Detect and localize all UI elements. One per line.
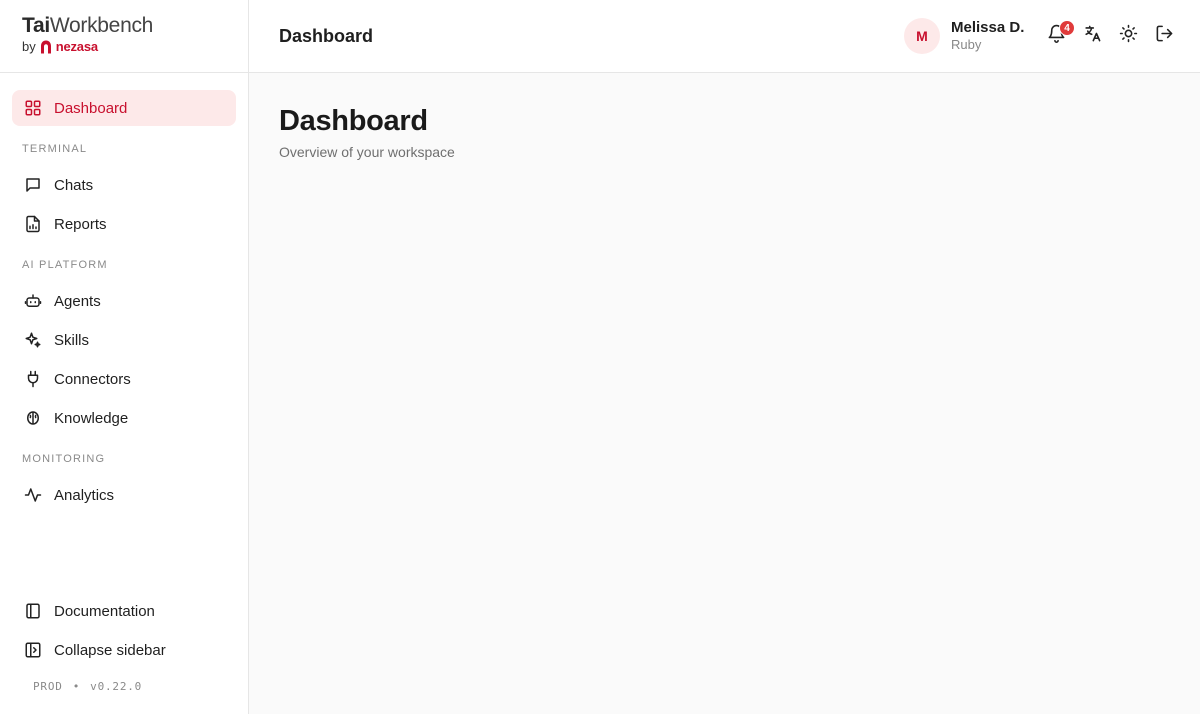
sidebar-item-label: Reports bbox=[54, 215, 107, 233]
section-label-terminal: TERMINAL bbox=[22, 143, 88, 155]
brand-name-light: Workbench bbox=[49, 14, 154, 37]
logout-button[interactable] bbox=[1154, 25, 1174, 47]
sidebar-item-skills[interactable]: Skills bbox=[12, 322, 236, 358]
grid-icon bbox=[24, 99, 42, 117]
sidebar-item-reports[interactable]: Reports bbox=[12, 206, 236, 242]
sidebar-item-analytics[interactable]: Analytics bbox=[12, 477, 236, 513]
brand-title: TaiWorkbench bbox=[22, 14, 248, 38]
sidebar-item-label: Agents bbox=[54, 292, 101, 310]
topbar-title: Dashboard bbox=[279, 26, 374, 46]
sidebar-item-label: Connectors bbox=[54, 370, 131, 388]
top-bar: Dashboard M Melissa D. Ruby 4 bbox=[249, 0, 1200, 73]
sidebar-collapse-icon bbox=[24, 641, 42, 659]
topbar-actions: 4 bbox=[1046, 20, 1174, 48]
brand-by: by bbox=[22, 39, 36, 54]
sidebar-item-collapse[interactable]: Collapse sidebar bbox=[12, 632, 236, 668]
notifications-button[interactable]: 4 bbox=[1046, 20, 1075, 47]
sidebar-nav: Dashboard TERMINAL Chats Reports AI PLAT… bbox=[12, 90, 236, 516]
bot-icon bbox=[24, 292, 42, 310]
report-icon bbox=[24, 215, 42, 233]
logout-icon bbox=[1155, 24, 1174, 48]
theme-toggle-button[interactable] bbox=[1118, 24, 1138, 48]
sidebar-item-label: Analytics bbox=[54, 486, 115, 504]
brand-name-bold: Tai bbox=[22, 14, 50, 37]
sidebar-item-label: Collapse sidebar bbox=[54, 641, 166, 659]
chat-icon bbox=[24, 176, 42, 194]
brain-icon bbox=[24, 409, 42, 427]
user-info: Melissa D. Ruby bbox=[951, 19, 1024, 53]
environment-label: PROD bbox=[33, 680, 63, 693]
book-icon bbox=[24, 602, 42, 620]
brand-logo[interactable]: TaiWorkbench by nezasa bbox=[0, 0, 248, 73]
sidebar-item-documentation[interactable]: Documentation bbox=[12, 593, 236, 629]
section-label-ai-platform: AI PLATFORM bbox=[22, 259, 108, 271]
sidebar-item-label: Documentation bbox=[54, 602, 155, 620]
sidebar-item-label: Dashboard bbox=[54, 99, 128, 117]
brand-byline: by nezasa bbox=[22, 39, 248, 54]
avatar[interactable]: M bbox=[904, 18, 940, 54]
sidebar-item-dashboard[interactable]: Dashboard bbox=[12, 90, 236, 126]
sidebar-item-agents[interactable]: Agents bbox=[12, 283, 236, 319]
user-org: Ruby bbox=[951, 37, 982, 52]
sun-icon bbox=[1119, 24, 1138, 48]
sidebar-item-label: Chats bbox=[54, 176, 94, 194]
sidebar-item-connectors[interactable]: Connectors bbox=[12, 361, 236, 397]
page-subtitle: Overview of your workspace bbox=[279, 144, 455, 160]
sidebar-footer: Documentation Collapse sidebar PROD • v0.2… bbox=[12, 593, 236, 693]
sidebar-item-chats[interactable]: Chats bbox=[12, 167, 236, 203]
nezasa-logo-icon bbox=[40, 40, 52, 54]
sparkles-icon bbox=[24, 331, 42, 349]
brand-company: nezasa bbox=[55, 39, 98, 54]
user-menu[interactable]: M Melissa D. Ruby bbox=[904, 18, 1024, 54]
translate-icon bbox=[1083, 24, 1102, 48]
section-label-monitoring: MONITORING bbox=[22, 453, 106, 465]
env-separator: • bbox=[72, 680, 81, 693]
version-label: v0.22.0 bbox=[90, 680, 143, 693]
main-content: Dashboard Overview of your workspace bbox=[249, 73, 1200, 714]
notification-badge: 4 bbox=[1059, 20, 1075, 36]
sidebar: TaiWorkbench by nezasa Dashboard TERMINA… bbox=[0, 0, 249, 714]
sidebar-item-label: Knowledge bbox=[54, 409, 129, 427]
sidebar-item-knowledge[interactable]: Knowledge bbox=[12, 400, 236, 436]
plug-icon bbox=[24, 370, 42, 388]
sidebar-item-label: Skills bbox=[54, 331, 90, 349]
activity-icon bbox=[24, 486, 42, 504]
environment-version: PROD • v0.22.0 bbox=[12, 680, 236, 693]
language-button[interactable] bbox=[1082, 25, 1102, 47]
page-title: Dashboard bbox=[279, 105, 428, 137]
user-name: Melissa D. bbox=[951, 19, 1025, 36]
